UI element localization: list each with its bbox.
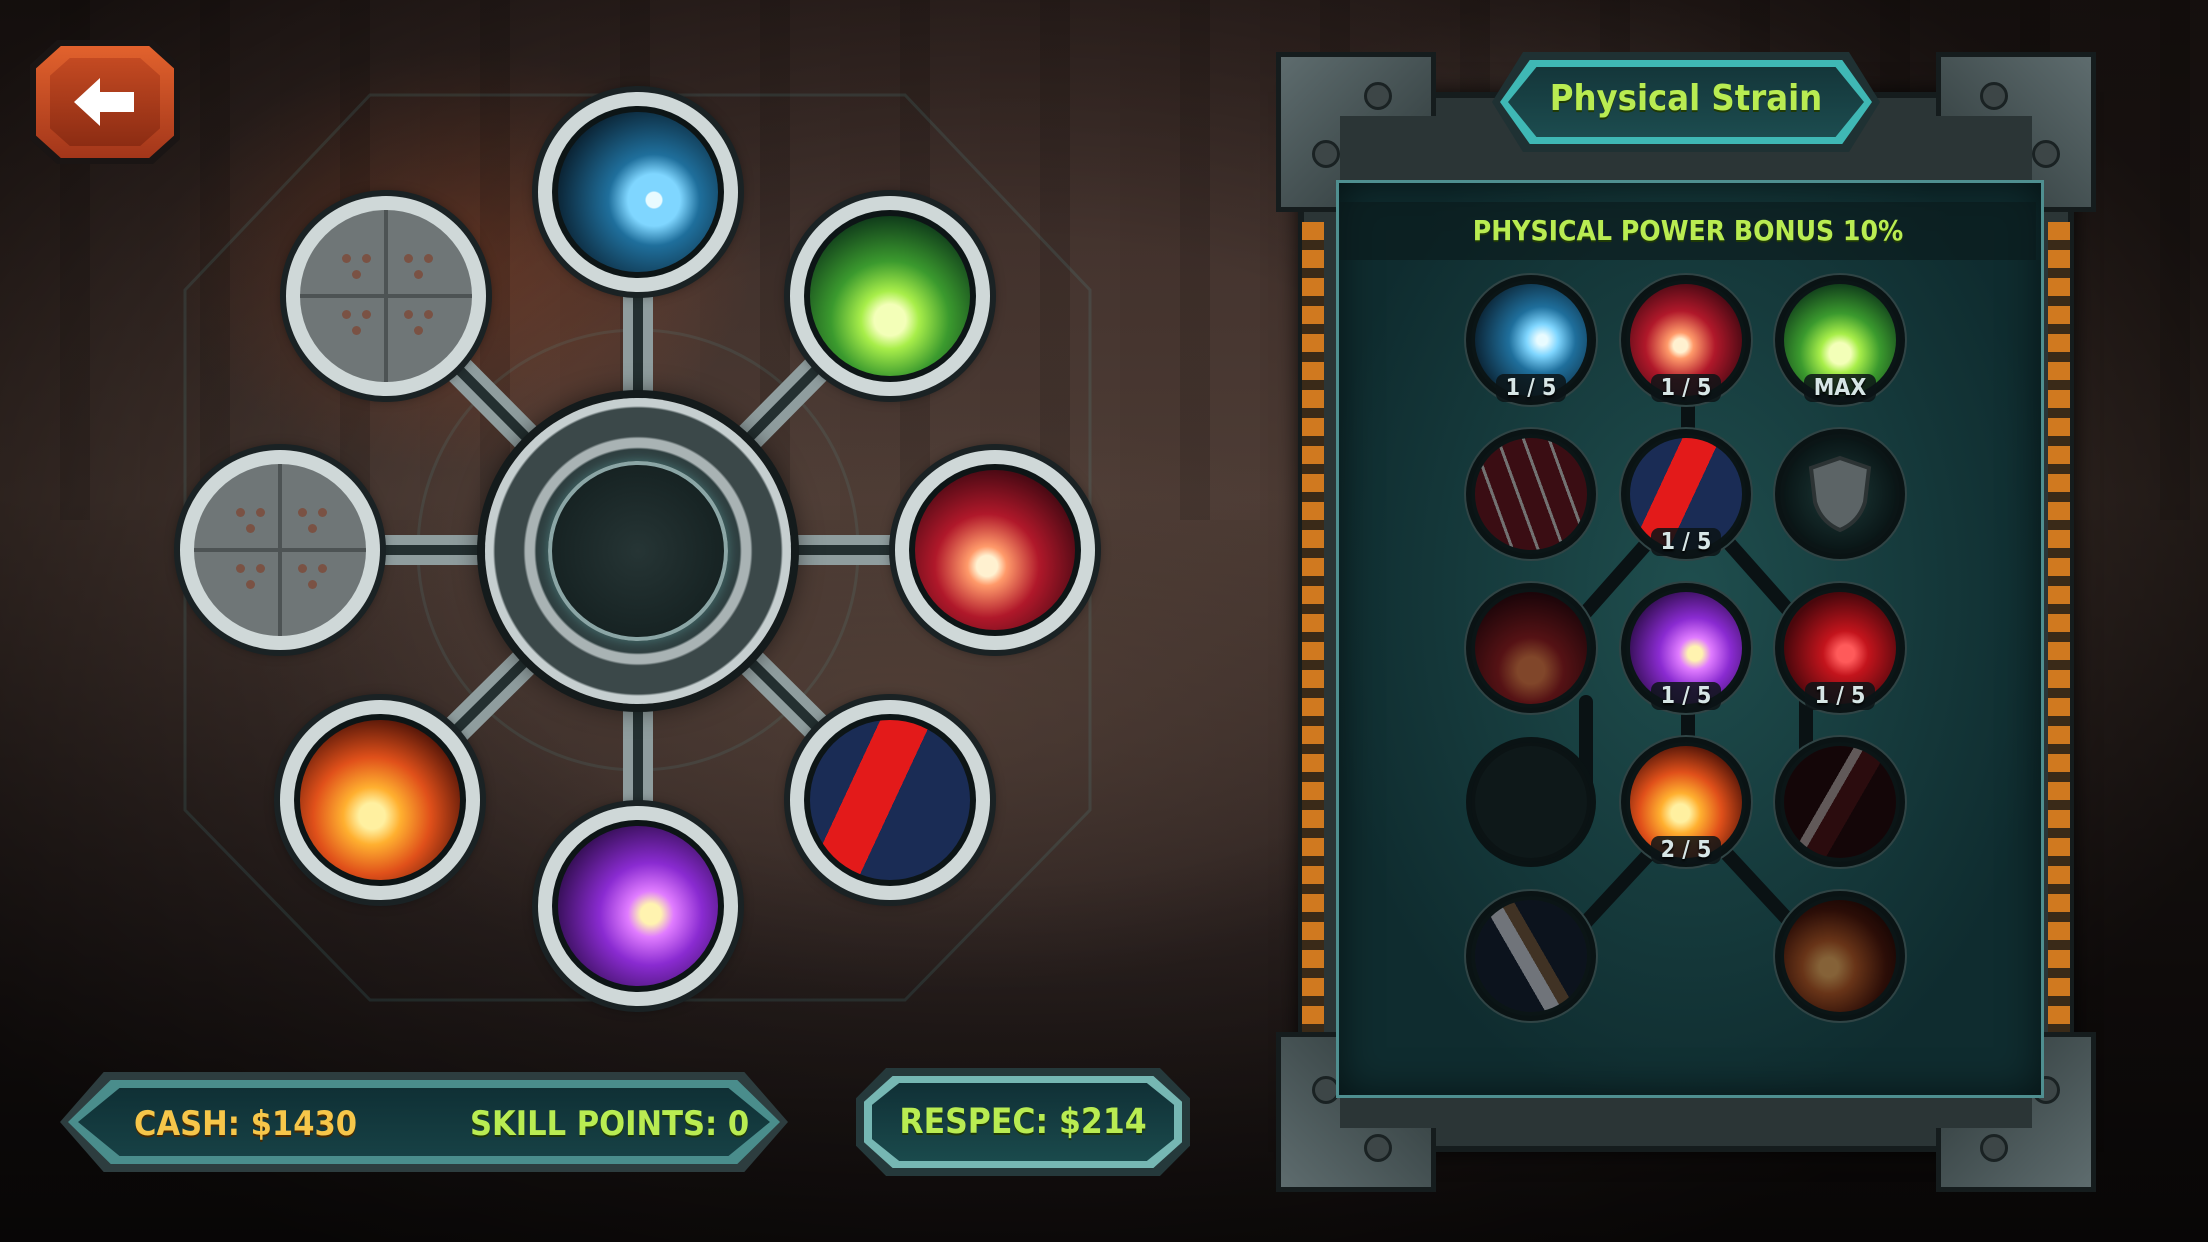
skill-level-label: 1 / 5 [1495, 374, 1567, 402]
wheel-node-fire-drill[interactable] [280, 700, 480, 900]
tree-node-flame-burst[interactable] [1471, 588, 1591, 708]
blue-slash-icon [558, 112, 718, 272]
skill-wheel [0, 0, 1120, 1040]
green-poison-icon [810, 216, 970, 376]
wheel-node-blue-slash[interactable] [538, 92, 738, 292]
red-comet-icon [915, 470, 1075, 630]
fire-drill-icon [300, 720, 460, 880]
skill-level-label: 1 / 5 [1650, 682, 1722, 710]
wheel-node-locked-left[interactable] [180, 450, 380, 650]
tree-node-dark-blade[interactable] [1780, 742, 1900, 862]
flame-burst-icon [1475, 592, 1587, 704]
skill-tree-panel: Physical Strain PHYSICAL POWER BONUS 10%… [1276, 52, 2096, 1192]
wheel-node-green-poison[interactable] [790, 196, 990, 396]
locked-slot-icon [194, 464, 366, 636]
cash-amount: CASH: $1430 [134, 1104, 358, 1144]
fire-kick-icon [1784, 900, 1896, 1012]
tree-node-shield[interactable] [1780, 434, 1900, 554]
tree-node-steel-blade[interactable] [1471, 896, 1591, 1016]
wheel-node-crimson-strike[interactable] [790, 700, 990, 900]
skill-level-label: 1 / 5 [1804, 682, 1876, 710]
empty-slot-icon [1475, 746, 1587, 858]
skill-level-label: 2 / 5 [1650, 836, 1722, 864]
locked-slot-icon [300, 210, 472, 382]
skill-points-count: SKILL POINTS: 0 [470, 1104, 750, 1144]
wheel-node-red-comet[interactable] [895, 450, 1095, 650]
wheel-hub [485, 398, 791, 704]
red-claw-icon [1475, 438, 1587, 550]
respec-label[interactable]: RESPEC: $214 [856, 1102, 1190, 1142]
purple-fist-icon [558, 826, 718, 986]
tree-node-red-claw[interactable] [1471, 434, 1591, 554]
tree-node-fire-kick[interactable] [1780, 896, 1900, 1016]
skill-level-label: 1 / 5 [1650, 374, 1722, 402]
skill-level-label: MAX [1803, 374, 1877, 402]
wheel-node-purple-fist[interactable] [538, 806, 738, 1006]
dark-blade-icon [1784, 746, 1896, 858]
tree-node-empty-slot[interactable] [1471, 742, 1591, 862]
wheel-node-locked-top-left[interactable] [286, 196, 486, 396]
steel-blade-icon [1475, 900, 1587, 1012]
shield-icon [1808, 455, 1872, 533]
crimson-strike-icon [810, 720, 970, 880]
skill-level-label: 1 / 5 [1650, 528, 1722, 556]
